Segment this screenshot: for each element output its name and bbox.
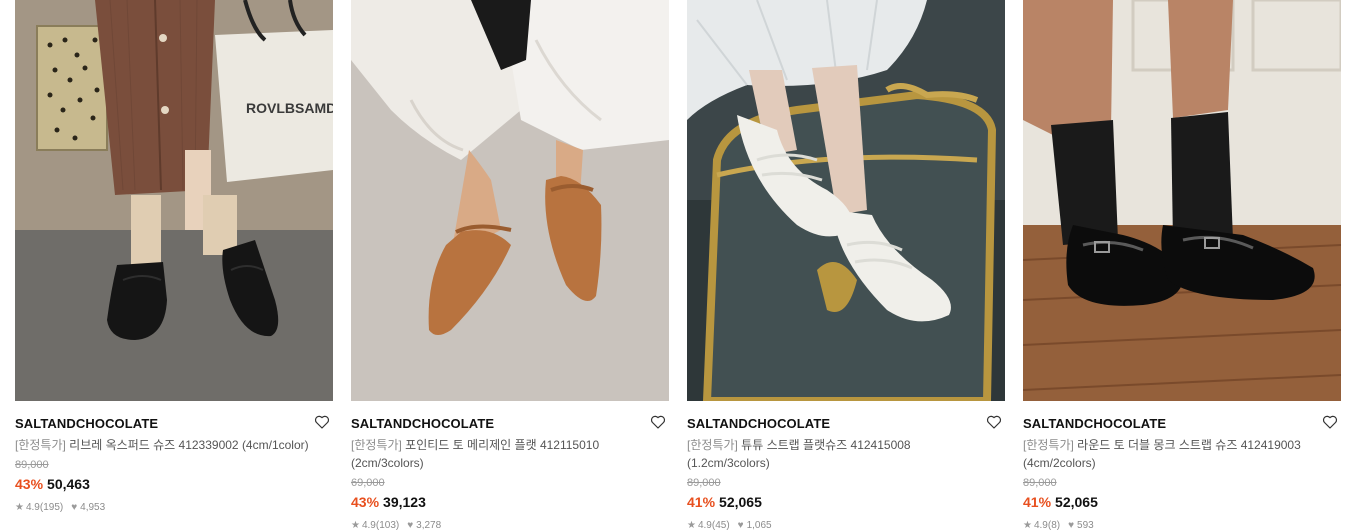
- original-price: 89,000: [687, 477, 721, 489]
- like-count: 3,278: [416, 520, 442, 531]
- star-icon: ★: [1023, 520, 1032, 531]
- rating: 4.9(195): [25, 502, 64, 513]
- product-card[interactable]: SALTANDCHOCOLATE [한정특가] 포인티드 토 메리제인 플랫 4…: [351, 0, 669, 532]
- svg-text:ROVLBSAMDT: ROVLBSAMDT: [246, 100, 333, 116]
- brand-name[interactable]: SALTANDCHOCOLATE: [687, 415, 1005, 433]
- discount-rate: 43%: [15, 476, 44, 492]
- heart-outline-icon[interactable]: [1321, 413, 1339, 431]
- star-icon: ★: [15, 502, 24, 513]
- star-icon: ★: [351, 520, 360, 531]
- product-grid: ROVLBSAMDT SALTANDCHOCOLATE [한정특가] 리브레 옥…: [0, 0, 1360, 532]
- product-image-link[interactable]: [1023, 0, 1341, 401]
- product-card[interactable]: ROVLBSAMDT SALTANDCHOCOLATE [한정특가] 리브레 옥…: [15, 0, 333, 515]
- heart-icon: ♥: [1068, 520, 1075, 531]
- product-image: [687, 0, 1005, 401]
- original-price: 89,000: [15, 459, 49, 471]
- promo-tag: [한정특가]: [15, 438, 66, 452]
- rating: 4.9(8): [1033, 520, 1061, 531]
- heart-outline-icon[interactable]: [649, 413, 667, 431]
- original-price: 89,000: [1023, 477, 1057, 489]
- promo-tag: [한정특가]: [1023, 438, 1074, 452]
- discount-rate: 41%: [1023, 494, 1052, 510]
- product-image: [1023, 0, 1341, 401]
- price-row: 43% 39,123: [351, 493, 669, 511]
- product-name[interactable]: [한정특가] 리브레 옥스퍼드 슈즈 412339002 (4cm/1color…: [15, 436, 315, 454]
- product-stats: ★ 4.9(103) ♥ 3,278: [351, 519, 669, 532]
- promo-tag: [한정특가]: [687, 438, 738, 452]
- brand-name[interactable]: SALTANDCHOCOLATE: [1023, 415, 1341, 433]
- product-image-link[interactable]: [351, 0, 669, 401]
- product-name[interactable]: [한정특가] 포인티드 토 메리제인 플랫 412115010 (2cm/3co…: [351, 436, 651, 472]
- product-stats: ★ 4.9(8) ♥ 593: [1023, 519, 1341, 532]
- like-count: 4,953: [80, 502, 106, 513]
- product-image: [351, 0, 669, 401]
- discount-rate: 43%: [351, 494, 380, 510]
- promo-tag: [한정특가]: [351, 438, 402, 452]
- product-image-link[interactable]: [687, 0, 1005, 401]
- product-stats: ★ 4.9(45) ♥ 1,065: [687, 519, 1005, 532]
- product-card[interactable]: SALTANDCHOCOLATE [한정특가] 튜튜 스트랩 플랫슈즈 4124…: [687, 0, 1005, 532]
- sale-price: 50,463: [47, 476, 90, 492]
- heart-icon: ♥: [737, 520, 744, 531]
- discount-rate: 41%: [687, 494, 716, 510]
- product-image: ROVLBSAMDT: [15, 0, 333, 401]
- heart-outline-icon[interactable]: [313, 413, 331, 431]
- price-row: 43% 50,463: [15, 475, 333, 493]
- like-count: 1,065: [746, 520, 772, 531]
- price-row: 41% 52,065: [1023, 493, 1341, 511]
- product-card[interactable]: SALTANDCHOCOLATE [한정특가] 라운드 토 더블 몽크 스트랩 …: [1023, 0, 1341, 532]
- rating: 4.9(103): [361, 520, 400, 531]
- star-icon: ★: [687, 520, 696, 531]
- like-count: 593: [1077, 520, 1094, 531]
- product-name[interactable]: [한정특가] 튜튜 스트랩 플랫슈즈 412415008 (1.2cm/3col…: [687, 436, 987, 472]
- heart-icon: ♥: [71, 502, 78, 513]
- heart-icon: ♥: [407, 520, 414, 531]
- heart-outline-icon[interactable]: [985, 413, 1003, 431]
- original-price: 69,000: [351, 477, 385, 489]
- sale-price: 52,065: [719, 494, 762, 510]
- product-name[interactable]: [한정특가] 라운드 토 더블 몽크 스트랩 슈즈 412419003 (4cm…: [1023, 436, 1323, 472]
- brand-name[interactable]: SALTANDCHOCOLATE: [351, 415, 669, 433]
- product-stats: ★ 4.9(195) ♥ 4,953: [15, 501, 333, 515]
- price-row: 41% 52,065: [687, 493, 1005, 511]
- product-title: 리브레 옥스퍼드 슈즈 412339002 (4cm/1color): [65, 438, 309, 452]
- brand-name[interactable]: SALTANDCHOCOLATE: [15, 415, 333, 433]
- rating: 4.9(45): [697, 520, 730, 531]
- sale-price: 39,123: [383, 494, 426, 510]
- sale-price: 52,065: [1055, 494, 1098, 510]
- product-image-link[interactable]: ROVLBSAMDT: [15, 0, 333, 401]
